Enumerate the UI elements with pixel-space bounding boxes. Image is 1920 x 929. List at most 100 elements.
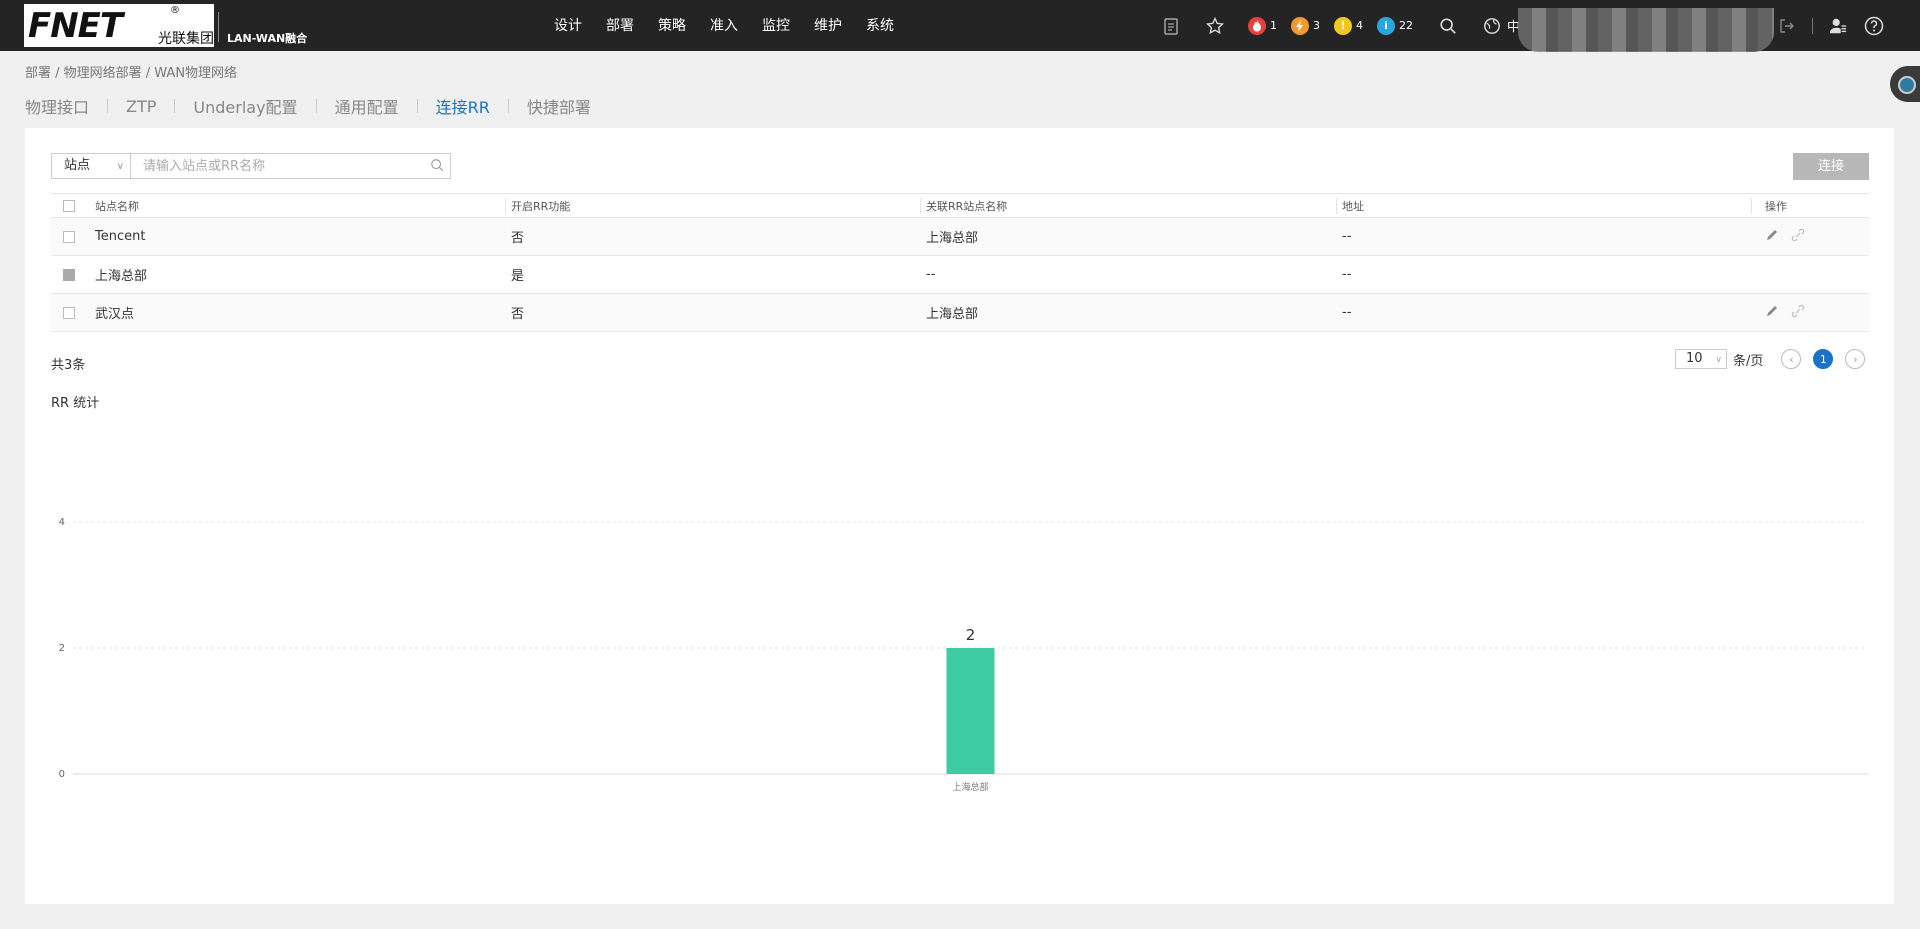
disconnect-link-icon[interactable] (1791, 304, 1805, 322)
nav-monitor[interactable]: 监控 (762, 0, 790, 51)
nav-policy[interactable]: 策略 (658, 0, 686, 51)
filter-type-select[interactable]: 站点 ∨ (51, 153, 131, 179)
toolbar-separator (1812, 17, 1813, 34)
row-checkbox[interactable] (63, 230, 75, 243)
rr-stats-title: RR 统计 (51, 396, 100, 411)
chevron-down-icon: ∨ (116, 161, 124, 172)
rr-enabled-cell: 是 (511, 255, 926, 294)
logo-text: FNET (28, 6, 123, 46)
tab-separator (107, 99, 109, 113)
connect-button[interactable]: 连接 (1793, 153, 1869, 180)
col-rr-site-label: 关联RR站点名称 (926, 199, 1008, 213)
floating-assistant-icon[interactable] (1890, 66, 1920, 102)
user-settings-icon[interactable] (1827, 15, 1849, 37)
rr-enabled-cell: 否 (511, 293, 926, 332)
address-cell: -- (1342, 293, 1757, 332)
tab-underlay-config[interactable]: Underlay配置 (193, 94, 297, 118)
tab-general-config[interactable]: 通用配置 (335, 94, 399, 118)
alarm-info-count: 22 (1399, 19, 1413, 32)
actions-cell (1757, 293, 1869, 332)
content-panel: 站点 ∨ 连接 站点名称 开启RR功能 关联RR站点名称 地址 操作 Ten (25, 128, 1894, 904)
top-bar: FNET ® 光联集团 LAN-WAN融合 设计 部署 策略 准入 监控 维护 … (0, 0, 1920, 52)
y-tick-label: 4 (59, 517, 65, 528)
nav-system[interactable]: 系统 (866, 0, 894, 51)
tab-separator (507, 99, 509, 113)
col-rr-enabled[interactable]: 开启RR功能 (505, 193, 926, 218)
edit-icon[interactable] (1765, 304, 1779, 322)
col-address-label: 地址 (1342, 199, 1364, 213)
next-page-button[interactable]: › (1845, 349, 1866, 369)
alarm-major[interactable]: 3 (1291, 16, 1320, 35)
globe-icon[interactable] (1481, 15, 1503, 37)
tab-physical-interface[interactable]: 物理接口 (25, 94, 89, 118)
y-tick-label: 2 (59, 643, 65, 654)
select-all-cell (51, 193, 95, 218)
user-info-blurred (1518, 8, 1774, 52)
tab-connect-rr[interactable]: 连接RR (436, 94, 490, 118)
table-row[interactable]: 武汉点 否 上海总部 -- (51, 293, 1869, 332)
alarm-critical-count: 1 (1270, 19, 1277, 32)
table-row[interactable]: Tencent 否 上海总部 -- (51, 217, 1869, 256)
star-icon[interactable] (1204, 15, 1226, 37)
page-size-value: 10 (1686, 351, 1703, 366)
nav-design[interactable]: 设计 (554, 0, 582, 51)
alarm-info[interactable]: i 22 (1377, 16, 1413, 35)
breadcrumb: 部署 / 物理网络部署 / WAN物理网络 (25, 66, 238, 81)
nav-access[interactable]: 准入 (710, 0, 738, 51)
per-page-label: 条/页 (1733, 353, 1764, 369)
column-separator (1751, 198, 1752, 214)
col-actions-label: 操作 (1765, 199, 1787, 213)
total-count: 共3条 (51, 358, 86, 373)
search-box (131, 153, 451, 179)
alarm-critical[interactable]: 1 (1248, 16, 1277, 35)
product-name: LAN-WAN融合 (227, 32, 308, 45)
main-nav: 设计 部署 策略 准入 监控 维护 系统 (554, 0, 918, 51)
page-number-button[interactable]: 1 (1813, 349, 1834, 369)
row-checkbox-cell (51, 217, 95, 256)
alarm-major-count: 3 (1313, 19, 1320, 32)
search-icon[interactable] (430, 158, 444, 176)
prev-page-button[interactable]: ‹ (1781, 349, 1802, 369)
tab-quick-deploy[interactable]: 快捷部署 (527, 94, 591, 118)
row-checkbox-cell (51, 293, 95, 332)
search-input[interactable] (131, 154, 411, 178)
edit-icon[interactable] (1765, 228, 1779, 246)
search-icon[interactable] (1437, 15, 1459, 37)
alarm-minor-count: 4 (1356, 19, 1363, 32)
row-checkbox-cell (51, 255, 95, 294)
address-cell: -- (1342, 217, 1757, 256)
disconnect-link-icon[interactable] (1791, 228, 1805, 246)
nav-deploy[interactable]: 部署 (606, 0, 634, 51)
col-rr-site[interactable]: 关联RR站点名称 (920, 193, 1342, 218)
filter-bar: 站点 ∨ (51, 153, 451, 179)
address-cell: -- (1342, 255, 1757, 294)
logo-registered-mark: ® (170, 5, 180, 16)
filter-type-value: 站点 (64, 158, 91, 173)
col-address[interactable]: 地址 (1336, 193, 1757, 218)
col-site-name[interactable]: 站点名称 (95, 193, 511, 218)
x-tick-label: 上海总部 (952, 781, 988, 793)
help-icon[interactable] (1863, 15, 1885, 37)
page-size-select[interactable]: 10 ∨ (1675, 349, 1727, 369)
logout-icon[interactable] (1776, 15, 1798, 37)
alarm-minor[interactable]: ! 4 (1334, 16, 1363, 35)
col-actions: 操作 (1751, 193, 1869, 218)
rr-site-cell: -- (926, 255, 1342, 294)
tab-ztp[interactable]: ZTP (126, 97, 156, 116)
nav-maintain[interactable]: 维护 (814, 0, 842, 51)
row-checkbox-disabled (63, 268, 75, 281)
select-all-checkbox[interactable] (63, 200, 75, 212)
bar-value-label: 2 (966, 626, 976, 644)
row-checkbox[interactable] (63, 306, 75, 319)
info-icon: i (1377, 16, 1395, 35)
table-row[interactable]: 上海总部 是 -- -- (51, 255, 1869, 294)
rr-site-cell: 上海总部 (926, 217, 1342, 256)
bar (946, 648, 995, 774)
clipboard-icon[interactable] (1160, 15, 1182, 37)
rr-stats-chart: 0 2 4 2 上海总部 (59, 517, 1868, 793)
actions-cell (1757, 217, 1869, 256)
tab-bar: 物理接口 ZTP Underlay配置 通用配置 连接RR 快捷部署 (25, 94, 591, 118)
fire-icon (1248, 16, 1266, 35)
logo[interactable]: FNET ® 光联集团 (24, 4, 214, 47)
site-name-cell: 武汉点 (95, 293, 511, 332)
